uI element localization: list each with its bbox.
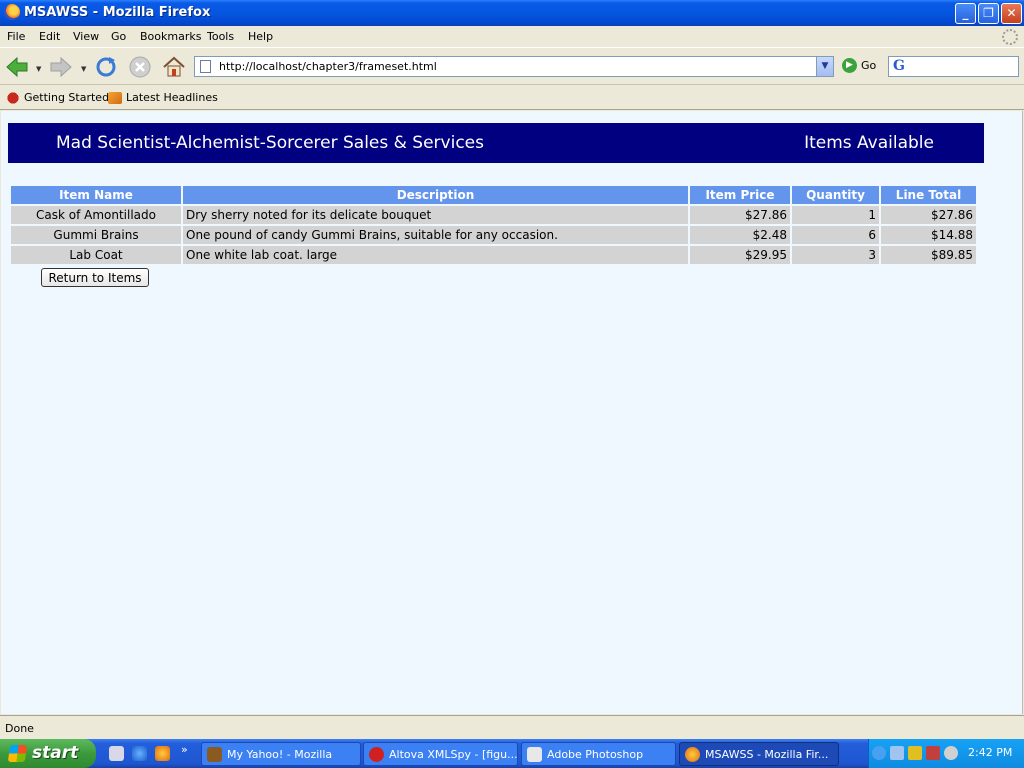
reload-icon[interactable] (93, 54, 119, 80)
line-total-cell: $14.88 (881, 226, 976, 244)
activity-throbber-icon (1002, 29, 1018, 45)
task-msawss-firefox[interactable]: MSAWSS - Mozilla Fir... (679, 742, 839, 766)
window-titlebar[interactable]: MSAWSS - Mozilla Firefox _ ❐ ✕ (0, 0, 1024, 26)
column-header: Quantity (792, 186, 879, 204)
go-arrow-icon: ▶ (842, 58, 857, 73)
item-price-cell: $27.86 (690, 206, 790, 224)
forward-dropdown-icon[interactable]: ▼ (81, 65, 86, 73)
table-row: Lab Coat One white lab coat. large $29.9… (11, 246, 976, 264)
column-header: Description (183, 186, 688, 204)
description-cell: One pound of candy Gummi Brains, suitabl… (183, 226, 688, 244)
column-header: Item Price (690, 186, 790, 204)
item-name-cell: Cask of Amontillado (11, 206, 181, 224)
task-label: MSAWSS - Mozilla Fir... (705, 748, 829, 761)
url-input[interactable] (219, 59, 809, 74)
task-adobe-photoshop[interactable]: Adobe Photoshop (521, 742, 676, 766)
url-dropdown-icon[interactable]: ▼ (816, 57, 833, 76)
system-tray: 2:42 PM (868, 739, 1024, 768)
banner-title: Mad Scientist-Alchemist-Sorcerer Sales &… (56, 133, 484, 153)
page-banner: Mad Scientist-Alchemist-Sorcerer Sales &… (8, 123, 984, 163)
column-header: Line Total (881, 186, 976, 204)
tray-expand-icon[interactable] (872, 746, 886, 760)
quicklaunch-more-icon[interactable]: » (181, 743, 188, 756)
windows-logo-icon (7, 745, 28, 762)
internet-explorer-icon[interactable] (132, 746, 147, 761)
menu-help[interactable]: Help (248, 30, 273, 43)
menu-bar: File Edit View Go Bookmarks Tools Help (0, 26, 1024, 48)
close-button[interactable]: ✕ (1001, 3, 1022, 24)
tray-app-icon[interactable] (926, 746, 940, 760)
rss-icon (108, 92, 122, 104)
start-button[interactable]: start (0, 739, 96, 768)
url-bar[interactable]: ▼ (194, 56, 834, 77)
status-text: Done (5, 722, 34, 735)
menu-edit[interactable]: Edit (39, 30, 60, 43)
table-row: Gummi Brains One pound of candy Gummi Br… (11, 226, 976, 244)
bookmark-label: Latest Headlines (126, 91, 218, 104)
task-label: My Yahoo! - Mozilla (227, 748, 333, 761)
status-bar: Done (0, 715, 1024, 739)
table-header-row: Item Name Description Item Price Quantit… (11, 186, 976, 204)
show-desktop-icon[interactable] (109, 746, 124, 761)
page-content: Mad Scientist-Alchemist-Sorcerer Sales &… (1, 111, 1023, 714)
task-label: Adobe Photoshop (547, 748, 644, 761)
yahoo-window-icon (207, 747, 222, 762)
restore-button[interactable]: ❐ (978, 3, 999, 24)
network-icon[interactable] (890, 746, 904, 760)
menu-tools[interactable]: Tools (207, 30, 234, 43)
task-label: Altova XMLSpy - [figu... (389, 748, 518, 761)
task-altova-xmlspy[interactable]: Altova XMLSpy - [figu... (363, 742, 518, 766)
bookmarks-toolbar: Getting Started Latest Headlines (0, 86, 1024, 110)
firefox-window-icon (685, 747, 700, 762)
window-title: MSAWSS - Mozilla Firefox (24, 5, 211, 20)
bookmark-latest-headlines[interactable]: Latest Headlines (108, 91, 218, 104)
firefox-bookmark-icon (6, 92, 20, 104)
taskbar-clock: 2:42 PM (968, 746, 1013, 759)
photoshop-window-icon (527, 747, 542, 762)
search-input[interactable]: G (888, 56, 1019, 77)
zonealarm-icon[interactable] (908, 746, 922, 760)
navigation-toolbar: ▼ ▼ ▼ ▶ Go G (0, 49, 1024, 85)
firefox-icon (4, 4, 20, 20)
items-table: Item Name Description Item Price Quantit… (9, 184, 978, 266)
return-to-items-button[interactable]: Return to Items (41, 268, 149, 287)
minimize-button[interactable]: _ (955, 3, 976, 24)
description-cell: Dry sherry noted for its delicate bouque… (183, 206, 688, 224)
back-icon[interactable] (4, 54, 30, 80)
menu-bookmarks[interactable]: Bookmarks (140, 30, 201, 43)
description-cell: One white lab coat. large (183, 246, 688, 264)
quantity-cell: 6 (792, 226, 879, 244)
bookmark-getting-started[interactable]: Getting Started (6, 91, 109, 104)
page-icon (200, 60, 211, 73)
menu-view[interactable]: View (73, 30, 99, 43)
google-search-icon[interactable]: G (893, 58, 905, 74)
item-price-cell: $2.48 (690, 226, 790, 244)
line-total-cell: $89.85 (881, 246, 976, 264)
item-name-cell: Lab Coat (11, 246, 181, 264)
menu-go[interactable]: Go (111, 30, 126, 43)
go-label: Go (861, 59, 877, 72)
back-dropdown-icon[interactable]: ▼ (36, 65, 41, 73)
forward-icon[interactable] (48, 54, 74, 80)
table-row: Cask of Amontillado Dry sherry noted for… (11, 206, 976, 224)
go-button[interactable]: ▶ Go (842, 58, 876, 73)
xmlspy-window-icon (369, 747, 384, 762)
task-my-yahoo[interactable]: My Yahoo! - Mozilla (201, 742, 361, 766)
item-price-cell: $29.95 (690, 246, 790, 264)
bookmark-label: Getting Started (24, 91, 110, 104)
column-header: Item Name (11, 186, 181, 204)
menu-file[interactable]: File (7, 30, 25, 43)
quantity-cell: 3 (792, 246, 879, 264)
line-total-cell: $27.86 (881, 206, 976, 224)
item-name-cell: Gummi Brains (11, 226, 181, 244)
volume-icon[interactable] (944, 746, 958, 760)
start-label: start (32, 743, 79, 763)
home-icon[interactable] (161, 54, 187, 80)
banner-section: Items Available (804, 133, 934, 153)
quantity-cell: 1 (792, 206, 879, 224)
firefox-quicklaunch-icon[interactable] (155, 746, 170, 761)
stop-icon[interactable] (127, 54, 153, 80)
windows-taskbar: start » My Yahoo! - Mozilla Altova XMLSp… (0, 739, 1024, 768)
